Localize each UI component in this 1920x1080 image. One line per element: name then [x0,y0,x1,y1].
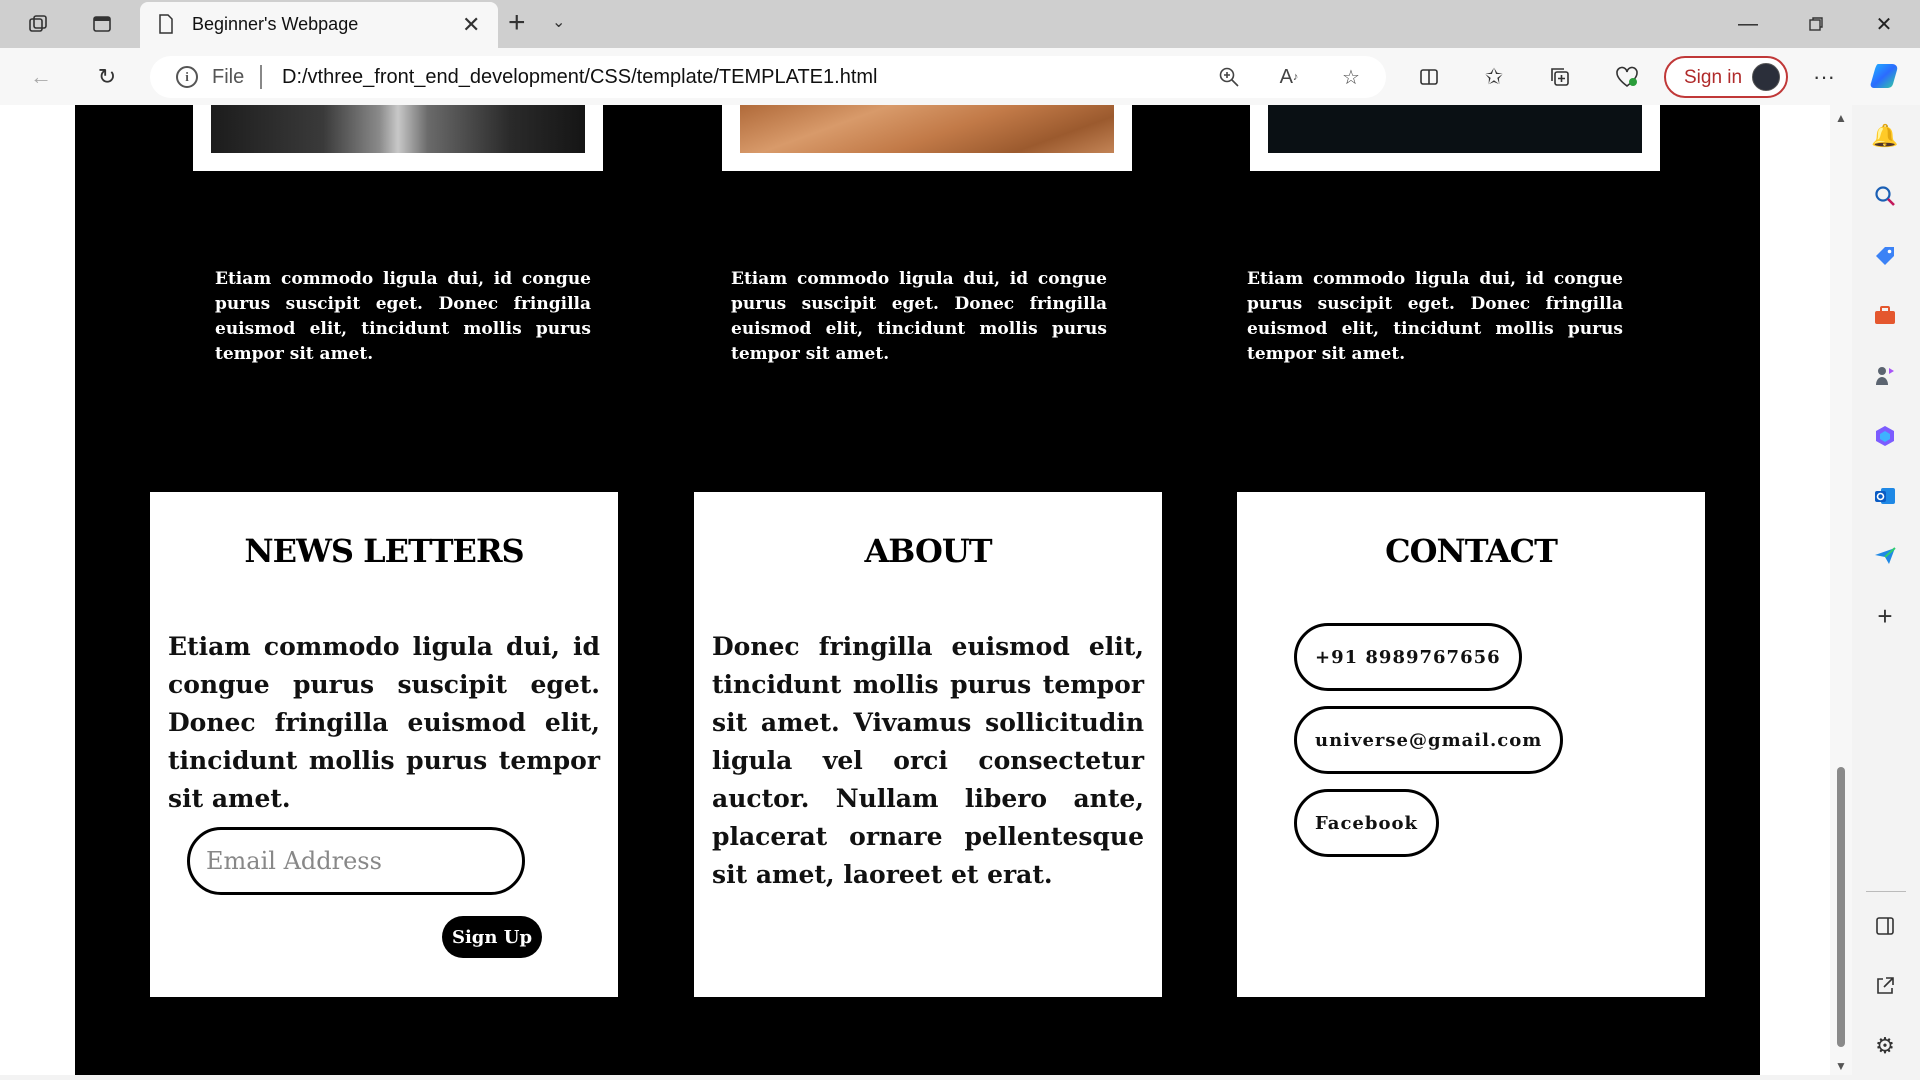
tab-list-chevron-icon[interactable]: ⌄ [552,12,565,32]
scheme-label: File [212,66,245,88]
contact-email-link[interactable]: universe@gmail.com [1294,706,1564,774]
about-box: ABOUT Donec fringilla euismod elit, tinc… [694,492,1162,997]
gallery-image-card-3 [1250,105,1660,171]
scroll-up-arrow-icon[interactable]: ▲ [1835,111,1847,125]
split-screen-icon[interactable] [1410,58,1448,96]
gallery-image-1 [211,105,585,153]
scroll-down-arrow-icon[interactable]: ▼ [1835,1059,1847,1073]
gallery-caption-2: Etiam commodo ligula dui, id congue puru… [731,269,1107,364]
info-icon[interactable]: i [176,66,198,88]
workspaces-icon[interactable] [18,8,58,40]
notifications-bell-icon[interactable]: 🔔 [1870,121,1900,151]
more-options-icon[interactable]: ··· [1805,58,1843,96]
search-icon[interactable] [1870,181,1900,211]
read-aloud-icon[interactable]: A ♪ [1274,63,1304,91]
sign-in-button[interactable]: Sign in [1664,56,1788,98]
sidebar-divider [1866,891,1906,892]
refresh-icon[interactable]: ↻ [88,58,126,96]
shopping-tag-icon[interactable] [1870,241,1900,271]
tools-briefcase-icon[interactable] [1870,301,1900,331]
page-scrollbar[interactable]: ▲ ▼ [1830,105,1852,1075]
outlook-icon[interactable] [1870,481,1900,511]
scrollbar-thumb[interactable] [1837,767,1845,1047]
new-tab-button[interactable]: + [508,6,526,40]
address-bar[interactable]: i File D:/vthree_front_end_development/C… [150,56,1386,98]
page-icon [159,14,173,34]
sign-up-button[interactable]: Sign Up [442,916,542,958]
gallery-image-card-1 [193,105,603,171]
copilot-icon[interactable] [1868,58,1904,94]
favorite-star-icon[interactable]: ☆ [1336,63,1366,91]
page-body: Etiam commodo ligula dui, id congue puru… [75,105,1760,1075]
contact-title: CONTACT [1385,532,1558,570]
hide-sidebar-icon[interactable] [1870,911,1900,941]
address-toolbar: ← ↻ i File D:/vthree_front_end_developme… [0,48,1920,105]
close-tab-icon[interactable]: ✕ [462,12,480,38]
avatar [1752,63,1780,91]
back-arrow-icon[interactable]: ← [22,58,60,96]
games-icon[interactable] [1870,361,1900,391]
gallery-image-3 [1268,105,1642,153]
gallery-image-card-2 [722,105,1132,171]
email-address-input[interactable] [187,827,525,895]
favorites-icon[interactable]: ✩ [1475,58,1513,96]
tab-actions-icon[interactable] [82,8,122,40]
browser-essentials-icon[interactable] [1608,58,1646,96]
url-text[interactable]: D:/vthree_front_end_development/CSS/temp… [282,66,877,89]
gallery-image-2 [740,105,1114,153]
about-title: ABOUT [864,532,992,570]
tab-title: Beginner's Webpage [192,14,359,34]
address-separator [260,65,262,89]
contact-phone-link[interactable]: +91 8989767656 [1294,623,1522,691]
collections-icon[interactable] [1541,58,1579,96]
close-window-button[interactable]: ✕ [1856,8,1912,40]
edge-sidebar: 🔔 + ⚙ [1852,105,1920,1080]
newsletter-title: NEWS LETTERS [244,532,524,570]
add-sidebar-app-icon[interactable]: + [1870,601,1900,631]
restore-button[interactable] [1788,8,1844,40]
web-content: Etiam commodo ligula dui, id congue puru… [0,105,1830,1075]
contact-box: CONTACT +91 8989767656 universe@gmail.co… [1237,492,1705,997]
zoom-icon[interactable] [1214,63,1244,91]
send-telegram-icon[interactable] [1870,541,1900,571]
minimize-button[interactable]: — [1720,8,1776,40]
about-text: Donec fringilla euismod elit, tincidunt … [712,632,1144,889]
settings-gear-icon[interactable]: ⚙ [1870,1031,1900,1061]
contact-facebook-link[interactable]: Facebook [1294,789,1439,857]
active-tab[interactable]: Beginner's Webpage ✕ [140,2,498,48]
newsletter-text: Etiam commodo ligula dui, id congue puru… [168,632,600,813]
microsoft-365-icon[interactable] [1870,421,1900,451]
external-link-icon[interactable] [1870,971,1900,1001]
title-bar: Beginner's Webpage ✕ + ⌄ — ✕ [0,0,1920,48]
gallery-caption-1: Etiam commodo ligula dui, id congue puru… [215,269,591,364]
gallery-caption-3: Etiam commodo ligula dui, id congue puru… [1247,269,1623,364]
newsletter-box: NEWS LETTERS Etiam commodo ligula dui, i… [150,492,618,997]
